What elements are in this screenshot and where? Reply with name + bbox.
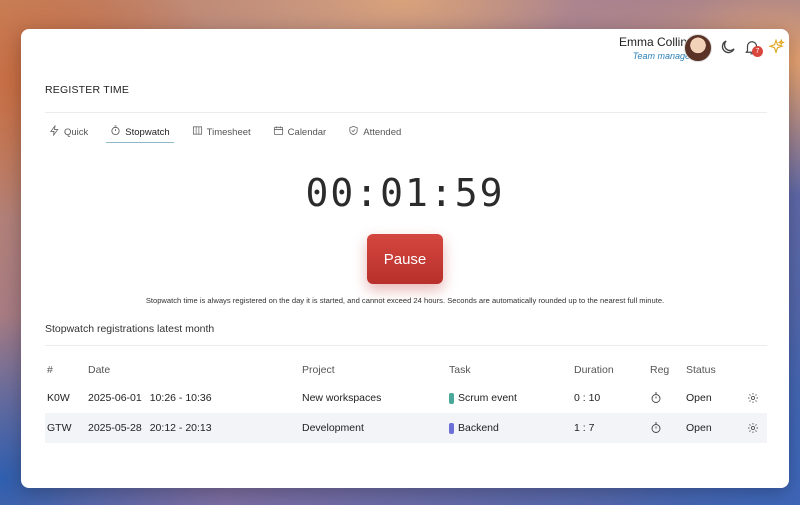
task-color-tag [449,422,454,434]
row-id: GTW [47,422,72,434]
tab-label: Stopwatch [125,126,170,138]
row-date-day: 2025-06-01 [88,392,142,404]
gear-icon[interactable] [747,383,759,413]
row-task: Scrum event [449,383,517,413]
row-time-range: 20:12 - 20:13 [149,422,212,434]
tab-stopwatch[interactable]: Stopwatch [106,122,174,143]
table-row[interactable]: K0W 2025-06-01 10:26 - 10:36 New workspa… [45,383,767,413]
page-title: REGISTER TIME [45,84,130,96]
row-time-range: 10:26 - 10:36 [149,392,212,404]
gear-icon[interactable] [747,413,759,443]
row-date-day: 2025-05-28 [88,422,142,434]
row-date: 2025-05-28 20:12 - 20:13 [88,413,212,443]
sparkle-icon[interactable] [767,38,785,56]
header-divider [45,112,767,113]
tab-label: Quick [64,126,89,138]
calendar-icon [273,125,288,139]
row-task: Backend [449,413,499,443]
user-role: Team manager [632,51,693,61]
stopwatch-icon [110,125,125,139]
shield-check-icon [348,125,363,139]
pause-button[interactable]: Pause [367,234,443,284]
tab-label: Calendar [287,126,327,138]
tab-bar: Quick Stopwatch Timesheet Calendar Atten… [45,122,419,144]
user-name: Emma Collins [618,35,693,49]
app-window: Emma Collins Team manager 7 REGISTER TIM… [21,29,789,488]
section-divider [45,345,767,346]
task-color-tag [449,392,454,404]
row-duration: 1 : 7 [574,422,595,434]
table-header: # Date Project Task Duration Reg Status [45,357,767,383]
column-header: Project [302,364,335,376]
column-header: Duration [574,364,614,376]
table-row[interactable]: GTW 2025-05-28 20:12 - 20:13 Development… [45,413,767,443]
row-task-label: Backend [458,422,499,434]
notification-badge: 7 [752,46,763,57]
timesheet-icon [192,125,207,139]
avatar[interactable] [684,34,712,62]
row-task-label: Scrum event [458,392,517,404]
row-status: Open [686,422,712,434]
row-duration: 0 : 10 [574,392,601,404]
row-project: Development [302,422,364,434]
row-date: 2025-06-01 10:26 - 10:36 [88,383,212,413]
tab-label: Timesheet [206,126,251,138]
stopwatch-display: 00:01:59 [305,171,505,215]
stopwatch-note: Stopwatch time is always registered on t… [145,296,665,305]
row-id: K0W [47,392,70,404]
column-header: # [47,364,53,376]
lightning-icon [49,124,64,139]
row-project: New workspaces [302,392,382,404]
tab-timesheet[interactable]: Timesheet [188,122,255,142]
tab-attended[interactable]: Attended [344,122,405,142]
registrations-table: # Date Project Task Duration Reg Status … [45,357,767,443]
section-title: Stopwatch registrations latest month [45,323,215,335]
stopwatch-icon [650,413,662,443]
tab-quick[interactable]: Quick [45,122,92,142]
column-header: Task [449,364,471,376]
tab-label: Attended [363,126,402,138]
row-status: Open [686,392,712,404]
stopwatch-icon [650,383,662,413]
moon-icon[interactable] [719,38,737,56]
column-header: Date [88,364,111,376]
column-header: Status [686,364,716,376]
tab-calendar[interactable]: Calendar [269,122,331,142]
user-info[interactable]: Emma Collins Team manager [619,35,693,62]
column-header: Reg [650,364,670,376]
